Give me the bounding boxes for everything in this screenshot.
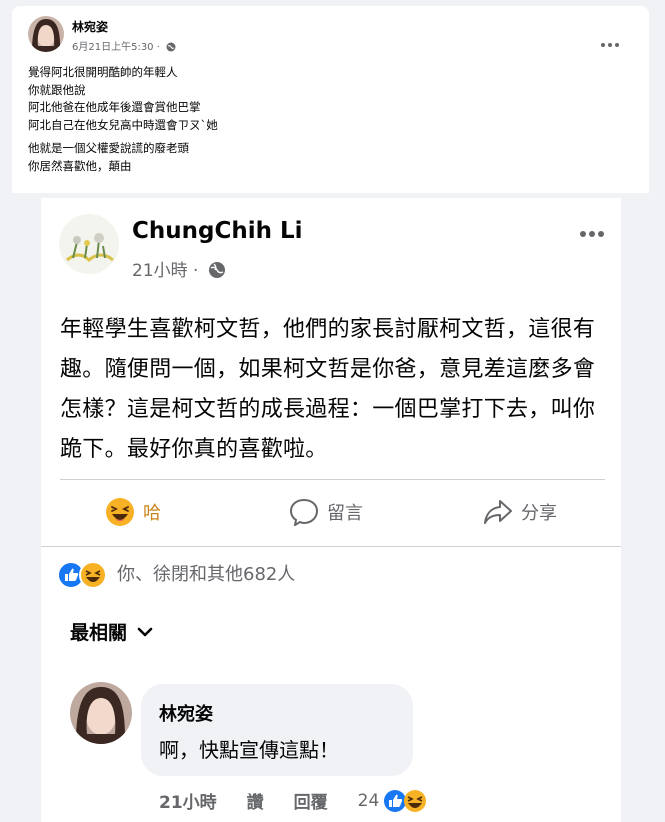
- shared-post: ChungChih Li 21小時 · 年輕學生喜歡柯文哲，他們的家長討厭柯文哲…: [41, 198, 621, 822]
- comment-label: 留言: [327, 503, 363, 524]
- haha-icon: [404, 789, 427, 812]
- author-name[interactable]: 林宛姿: [72, 18, 108, 35]
- share-icon: [484, 500, 512, 524]
- haha-button[interactable]: 哈: [105, 490, 161, 534]
- post-line: 你就跟他說: [28, 82, 86, 97]
- post-line: 覺得阿北很開明酷帥的年輕人: [28, 65, 178, 79]
- like-link[interactable]: 讚: [247, 788, 264, 813]
- shared-time[interactable]: 21小時 ·: [132, 261, 198, 281]
- post-line: 你居然喜歡他，顛由: [28, 158, 132, 173]
- page-name[interactable]: ChungChih Li: [132, 218, 303, 244]
- comment-meta: 21小時 讚 回覆 24: [159, 788, 427, 813]
- reply-link[interactable]: 回覆: [294, 788, 328, 813]
- haha-icon: [79, 561, 107, 589]
- comment-text: 啊，快點宣傳這點！: [159, 738, 339, 762]
- more-options-icon[interactable]: [600, 34, 620, 47]
- shared-meta: 21小時 ·: [132, 256, 226, 281]
- post-card: 林宛姿 6月21日上午5:30 · 覺得阿北很開明酷帥的年輕人 你就跟他說 阿北…: [12, 6, 649, 822]
- sort-dropdown[interactable]: 最相關: [70, 618, 153, 645]
- post-header: 林宛姿 6月21日上午5:30 ·: [28, 16, 628, 56]
- reactions-summary[interactable]: 你、徐閉和其他682人: [57, 558, 296, 589]
- post-time[interactable]: 6月21日上午5:30 ·: [72, 42, 160, 53]
- shared-text: 年輕學生喜歡柯文哲，他們的家長討厭柯文哲，這很有趣。隨便問一個，如果柯文哲是你爸…: [60, 317, 596, 462]
- post-line: 他就是一個父權愛說謊的廢老頭: [28, 141, 189, 155]
- globe-icon: [166, 42, 176, 55]
- globe-icon: [208, 262, 225, 278]
- sort-label: 最相關: [70, 622, 128, 644]
- divider: [41, 546, 621, 547]
- reactions-text: 你、徐閉和其他682人: [117, 564, 296, 585]
- page-avatar[interactable]: [59, 214, 119, 274]
- commenter-avatar[interactable]: [70, 682, 132, 744]
- share-button[interactable]: 分享: [483, 490, 557, 534]
- post-line: 阿北他爸在他成年後還會賞他巴掌: [28, 100, 201, 114]
- author-avatar[interactable]: [28, 16, 64, 52]
- action-bar: 哈 留言 分享: [41, 490, 621, 534]
- comment-bubble: 林宛姿 啊，快點宣傳這點！: [141, 684, 413, 776]
- haha-label: 哈: [143, 503, 161, 524]
- comment-time[interactable]: 21小時: [159, 788, 217, 813]
- post-text: 覺得阿北很開明酷帥的年輕人 你就跟他說 阿北他爸在他成年後還會賞他巴掌 阿北自己…: [28, 64, 628, 175]
- commenter-name[interactable]: 林宛姿: [159, 700, 213, 726]
- reaction-icons: [57, 560, 113, 589]
- post-line: 阿北自己在他女兒高中時還會ㄗㄡˋ她: [28, 117, 218, 132]
- comment-button[interactable]: 留言: [289, 490, 363, 534]
- share-label: 分享: [521, 503, 557, 524]
- comment-icon: [289, 498, 319, 526]
- post-meta: 6月21日上午5:30 ·: [72, 38, 176, 55]
- haha-icon: [106, 498, 134, 526]
- more-options-icon[interactable]: [579, 224, 605, 237]
- comment-reaction-count: 24: [357, 790, 380, 811]
- chevron-down-icon: [137, 627, 153, 636]
- divider: [60, 479, 605, 480]
- shared-screenshot: ChungChih Li 21小時 · 年輕學生喜歡柯文哲，他們的家長討厭柯文哲…: [12, 193, 649, 822]
